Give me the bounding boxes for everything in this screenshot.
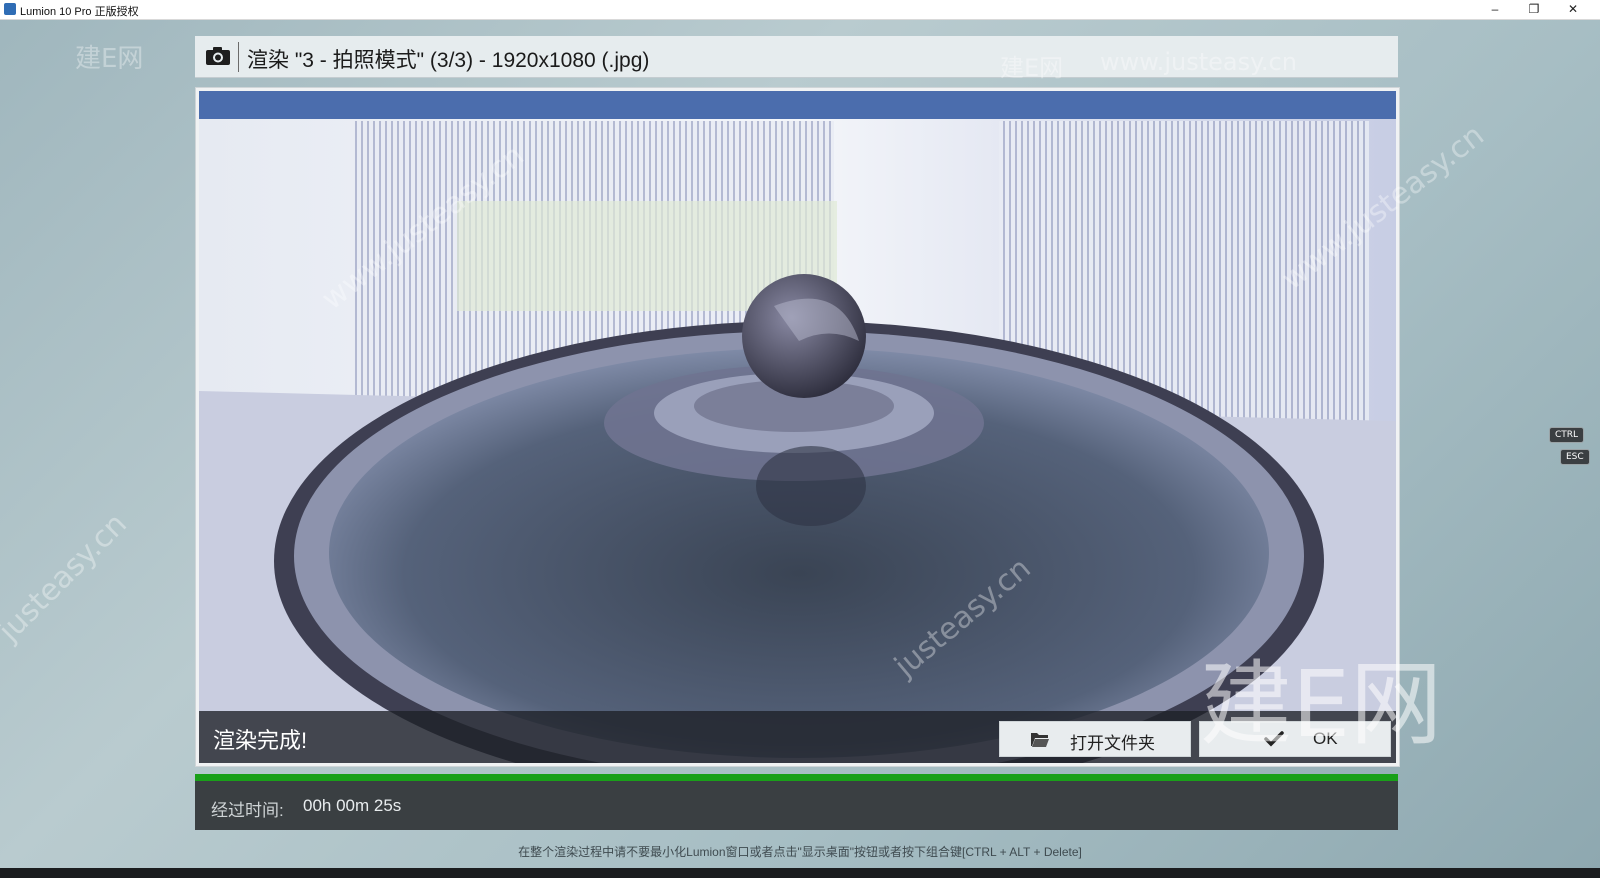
window-title: Lumion 10 Pro 正版授权 bbox=[20, 6, 139, 18]
header-divider bbox=[238, 42, 239, 72]
taskbar bbox=[0, 868, 1600, 878]
checkmark-icon bbox=[1264, 731, 1284, 747]
close-button[interactable]: ✕ bbox=[1556, 0, 1590, 19]
elapsed-time-bar: 经过时间: 00h 00m 25s bbox=[195, 781, 1398, 830]
render-preview-frame: 渲染完成! 打开文件夹 OK bbox=[195, 87, 1400, 767]
progress-fill bbox=[195, 774, 1398, 781]
watermark-brand: 建E网 bbox=[75, 44, 144, 74]
open-folder-button[interactable]: 打开文件夹 bbox=[999, 721, 1191, 757]
restore-button[interactable]: ❐ bbox=[1517, 0, 1551, 19]
elapsed-time-value: 00h 00m 25s bbox=[303, 796, 402, 815]
window-title-bar: Lumion 10 Pro 正版授权 – ❐ ✕ bbox=[0, 0, 1600, 20]
folder-open-icon bbox=[1031, 733, 1049, 747]
esc-key-hint: ESC bbox=[1560, 449, 1590, 465]
watermark-url-diagonal: justeasy.cn bbox=[0, 506, 134, 649]
ctrl-key-hint: CTRL bbox=[1549, 427, 1585, 443]
ok-label: OK bbox=[1313, 729, 1338, 748]
render-complete-text: 渲染完成! bbox=[213, 728, 308, 753]
render-warning-note: 在整个渲染过程中请不要最小化Lumion窗口或者点击"显示桌面"按钮或者按下组合… bbox=[518, 845, 1082, 859]
rendered-scene bbox=[199, 91, 1396, 763]
render-preview-image bbox=[199, 91, 1396, 763]
ok-button[interactable]: OK bbox=[1199, 721, 1391, 757]
camera-icon bbox=[206, 47, 230, 65]
app-icon bbox=[4, 3, 16, 15]
elapsed-time-label: 经过时间: bbox=[211, 801, 284, 820]
render-header: 渲染 "3 - 拍照模式" (3/3) - 1920x1080 (.jpg) bbox=[195, 36, 1398, 78]
open-folder-label: 打开文件夹 bbox=[1070, 734, 1155, 753]
render-title: 渲染 "3 - 拍照模式" (3/3) - 1920x1080 (.jpg) bbox=[247, 49, 650, 72]
render-progress-bar bbox=[195, 774, 1398, 781]
minimize-button[interactable]: – bbox=[1478, 0, 1512, 19]
render-status-bar: 渲染完成! 打开文件夹 OK bbox=[199, 711, 1396, 763]
